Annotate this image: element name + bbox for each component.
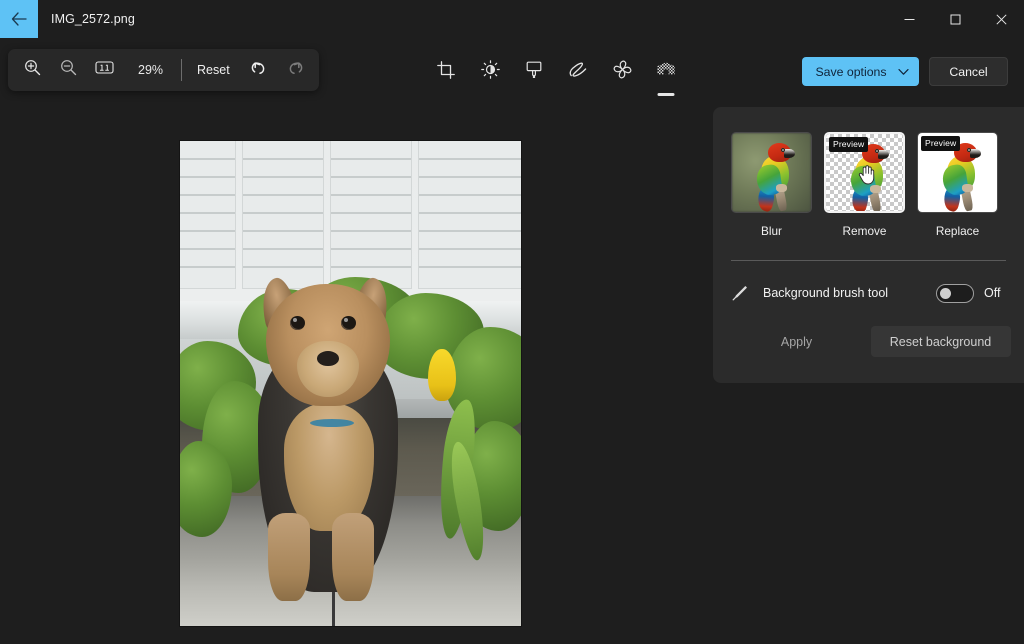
replace-thumbnail[interactable]: Preview <box>917 132 998 213</box>
dog-eye-right <box>341 316 356 330</box>
background-brush-tool-row: Background brush tool Off <box>713 261 1024 308</box>
title-bar: IMG_2572.png <box>0 0 1024 38</box>
markup-tool-button[interactable] <box>518 54 550 90</box>
minimize-button[interactable] <box>886 0 932 38</box>
preview-badge: Preview <box>829 137 868 152</box>
zoom-out-icon <box>60 59 77 81</box>
save-options-label: Save options <box>814 65 888 79</box>
crop-icon <box>437 61 455 84</box>
close-button[interactable] <box>978 0 1024 38</box>
cancel-button[interactable]: Cancel <box>929 57 1008 86</box>
shutter-panel-left <box>180 141 236 289</box>
toolbar-divider <box>181 59 182 81</box>
preview-badge: Preview <box>921 136 960 151</box>
actual-size-button[interactable] <box>86 53 122 87</box>
retouch-tool-button[interactable] <box>606 54 638 90</box>
window-controls <box>886 0 1024 38</box>
background-brush-toggle[interactable] <box>936 284 974 303</box>
reset-background-button[interactable]: Reset background <box>871 326 1011 357</box>
back-arrow-icon <box>11 12 27 26</box>
minimize-icon <box>904 14 915 25</box>
undo-icon <box>250 60 268 81</box>
close-icon <box>996 14 1007 25</box>
blur-thumbnail[interactable] <box>731 132 812 213</box>
background-option-blur[interactable]: Blur <box>731 132 812 238</box>
background-icon <box>656 61 676 84</box>
dog-nose <box>317 351 339 366</box>
replace-label: Replace <box>936 224 979 238</box>
shutter-panel-mid-right <box>330 141 412 289</box>
undo-button[interactable] <box>241 53 277 87</box>
draw-tool-button[interactable] <box>562 54 594 90</box>
zoom-in-button[interactable] <box>14 53 50 87</box>
zoom-level-label: 29% <box>122 63 177 77</box>
zoom-out-button[interactable] <box>50 53 86 87</box>
background-brush-toggle-state: Off <box>984 286 1006 300</box>
dog-front-leg-left <box>268 513 310 601</box>
canvas-area <box>0 38 713 644</box>
brush-icon <box>731 285 751 302</box>
toggle-knob <box>940 288 951 299</box>
photo-canvas[interactable] <box>180 141 521 626</box>
parrot-illustration <box>754 143 794 209</box>
background-options-panel: Blur Preview Remove <box>713 107 1024 383</box>
background-option-remove[interactable]: Preview Remove <box>824 132 905 238</box>
remove-thumbnail[interactable]: Preview <box>824 132 905 213</box>
pen-icon <box>568 61 588 84</box>
hand-cursor-icon <box>858 164 875 190</box>
adjustments-tool-button[interactable] <box>474 54 506 90</box>
panel-action-buttons: Apply Reset background <box>713 308 1024 357</box>
chevron-down-icon <box>888 68 913 76</box>
crop-tool-button[interactable] <box>430 54 462 90</box>
maximize-icon <box>950 14 961 25</box>
redo-button[interactable] <box>277 53 313 87</box>
back-button[interactable] <box>0 0 38 38</box>
remove-label: Remove <box>843 224 887 238</box>
file-name-label: IMG_2572.png <box>51 12 135 26</box>
shutter-panel-right <box>418 141 521 289</box>
redo-icon <box>286 60 304 81</box>
blur-label: Blur <box>761 224 782 238</box>
dog-front-leg-right <box>332 513 374 601</box>
actual-size-1-to-1-icon <box>95 60 114 80</box>
save-options-button[interactable]: Save options <box>802 57 919 86</box>
shutter-panel-mid-left <box>242 141 324 289</box>
background-brush-tool-label: Background brush tool <box>763 286 936 300</box>
apply-button[interactable]: Apply <box>727 326 867 357</box>
background-option-replace[interactable]: Preview Replace <box>917 132 998 238</box>
background-tool-button[interactable] <box>650 54 682 90</box>
reset-zoom-button[interactable]: Reset <box>186 56 241 84</box>
active-tool-indicator <box>658 93 675 96</box>
edit-toolbar <box>430 52 682 92</box>
parrot-illustration <box>940 143 980 209</box>
background-option-list: Blur Preview Remove <box>713 107 1024 238</box>
zoom-in-icon <box>24 59 41 81</box>
bandage-icon <box>613 60 632 84</box>
zoom-toolbar: 29% Reset <box>8 49 319 91</box>
action-buttons: Save options Cancel <box>802 57 1008 86</box>
marker-icon <box>526 61 542 84</box>
tulip-flower <box>428 349 456 401</box>
dog-collar <box>310 419 354 427</box>
brightness-icon <box>481 60 500 84</box>
maximize-button[interactable] <box>932 0 978 38</box>
dog-eye-left <box>290 316 305 330</box>
